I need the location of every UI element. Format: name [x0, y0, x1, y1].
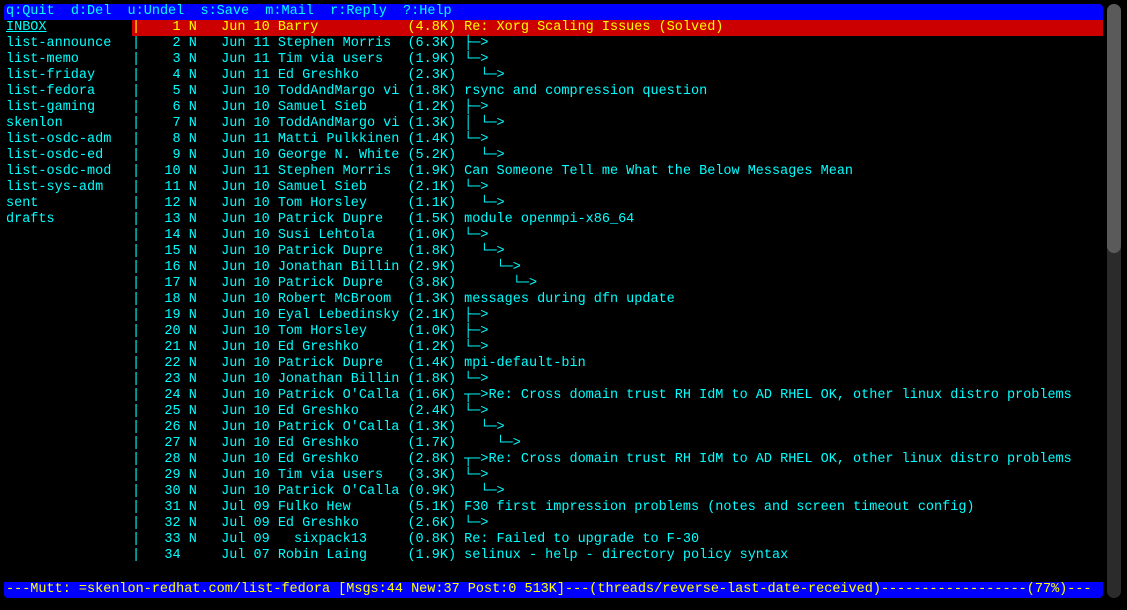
message-row[interactable]: | 13 N Jun 10 Patrick Dupre (1.5K) modul…: [132, 212, 1103, 228]
message-row[interactable]: | 12 N Jun 10 Tom Horsley (1.1K) └─>: [132, 196, 1103, 212]
folder-list-fedora[interactable]: list-fedora: [4, 84, 132, 100]
message-row[interactable]: | 25 N Jun 10 Ed Greshko (2.4K) └─>: [132, 404, 1103, 420]
message-row[interactable]: | 14 N Jun 10 Susi Lehtola (1.0K) └─>: [132, 228, 1103, 244]
folder-sidebar[interactable]: INBOXlist-announcelist-memolist-fridayli…: [4, 20, 132, 582]
folder-list-announce[interactable]: list-announce: [4, 36, 132, 52]
message-row[interactable]: | 27 N Jun 10 Ed Greshko (1.7K) └─>: [132, 436, 1103, 452]
message-row[interactable]: | 1 N Jun 10 Barry (4.8K) Re: Xorg Scali…: [132, 20, 1103, 36]
message-row[interactable]: | 11 N Jun 10 Samuel Sieb (2.1K) └─>: [132, 180, 1103, 196]
message-list[interactable]: | 1 N Jun 10 Barry (4.8K) Re: Xorg Scali…: [132, 20, 1103, 582]
message-row[interactable]: | 8 N Jun 11 Matti Pulkkinen (1.4K) └─>: [132, 132, 1103, 148]
message-row[interactable]: | 10 N Jun 11 Stephen Morris (1.9K) Can …: [132, 164, 1103, 180]
message-row[interactable]: | 19 N Jun 10 Eyal Lebedinsky (2.1K) ├─>: [132, 308, 1103, 324]
folder-list-memo[interactable]: list-memo: [4, 52, 132, 68]
folder-list-gaming[interactable]: list-gaming: [4, 100, 132, 116]
message-row[interactable]: | 9 N Jun 10 George N. White (5.2K) └─>: [132, 148, 1103, 164]
message-row[interactable]: | 6 N Jun 10 Samuel Sieb (1.2K) ├─>: [132, 100, 1103, 116]
folder-list-sys-adm[interactable]: list-sys-adm: [4, 180, 132, 196]
message-row[interactable]: | 15 N Jun 10 Patrick Dupre (1.8K) └─>: [132, 244, 1103, 260]
message-row[interactable]: | 17 N Jun 10 Patrick Dupre (3.8K) └─>: [132, 276, 1103, 292]
folder-INBOX[interactable]: INBOX: [4, 20, 132, 36]
message-row[interactable]: | 18 N Jun 10 Robert McBroom (1.3K) mess…: [132, 292, 1103, 308]
folder-sent[interactable]: sent: [4, 196, 132, 212]
terminal-window: q:Quit d:Del u:Undel s:Save m:Mail r:Rep…: [4, 4, 1103, 598]
message-row[interactable]: | 2 N Jun 11 Stephen Morris (6.3K) ├─>: [132, 36, 1103, 52]
message-row[interactable]: | 5 N Jun 10 ToddAndMargo vi (1.8K) rsyn…: [132, 84, 1103, 100]
message-row[interactable]: | 3 N Jun 11 Tim via users (1.9K) └─>: [132, 52, 1103, 68]
message-row[interactable]: | 28 N Jun 10 Ed Greshko (2.8K) ┬─>Re: C…: [132, 452, 1103, 468]
message-row[interactable]: | 29 N Jun 10 Tim via users (3.3K) └─>: [132, 468, 1103, 484]
message-row[interactable]: | 33 N Jul 09 sixpack13 (0.8K) Re: Faile…: [132, 532, 1103, 548]
message-row[interactable]: | 20 N Jun 10 Tom Horsley (1.0K) ├─>: [132, 324, 1103, 340]
message-row[interactable]: | 16 N Jun 10 Jonathan Billin (2.9K) └─>: [132, 260, 1103, 276]
message-row[interactable]: | 31 N Jul 09 Fulko Hew (5.1K) F30 first…: [132, 500, 1103, 516]
folder-list-osdc-mod[interactable]: list-osdc-mod: [4, 164, 132, 180]
message-row[interactable]: | 22 N Jun 10 Patrick Dupre (1.4K) mpi-d…: [132, 356, 1103, 372]
message-row[interactable]: | 26 N Jun 10 Patrick O'Calla (1.3K) └─>: [132, 420, 1103, 436]
message-row[interactable]: | 34 Jul 07 Robin Laing (1.9K) selinux -…: [132, 548, 1103, 564]
status-bar: ---Mutt: =skenlon-redhat.com/list-fedora…: [4, 582, 1103, 598]
message-row[interactable]: | 4 N Jun 11 Ed Greshko (2.3K) └─>: [132, 68, 1103, 84]
message-row[interactable]: | 24 N Jun 10 Patrick O'Calla (1.6K) ┬─>…: [132, 388, 1103, 404]
body-area: INBOXlist-announcelist-memolist-fridayli…: [4, 20, 1103, 582]
scrollbar-thumb[interactable]: [1107, 4, 1121, 253]
message-row[interactable]: | 32 N Jul 09 Ed Greshko (2.6K) └─>: [132, 516, 1103, 532]
folder-list-osdc-ed[interactable]: list-osdc-ed: [4, 148, 132, 164]
folder-list-osdc-adm[interactable]: list-osdc-adm: [4, 132, 132, 148]
folder-drafts[interactable]: drafts: [4, 212, 132, 228]
folder-list-friday[interactable]: list-friday: [4, 68, 132, 84]
message-row[interactable]: | 21 N Jun 10 Ed Greshko (1.2K) └─>: [132, 340, 1103, 356]
message-row[interactable]: | 7 N Jun 10 ToddAndMargo vi (1.3K) │ └─…: [132, 116, 1103, 132]
folder-skenlon[interactable]: skenlon: [4, 116, 132, 132]
scrollbar[interactable]: [1107, 4, 1121, 598]
message-row[interactable]: | 23 N Jun 10 Jonathan Billin (1.8K) └─>: [132, 372, 1103, 388]
message-row[interactable]: | 30 N Jun 10 Patrick O'Calla (0.9K) └─>: [132, 484, 1103, 500]
menu-bar: q:Quit d:Del u:Undel s:Save m:Mail r:Rep…: [4, 4, 1103, 20]
